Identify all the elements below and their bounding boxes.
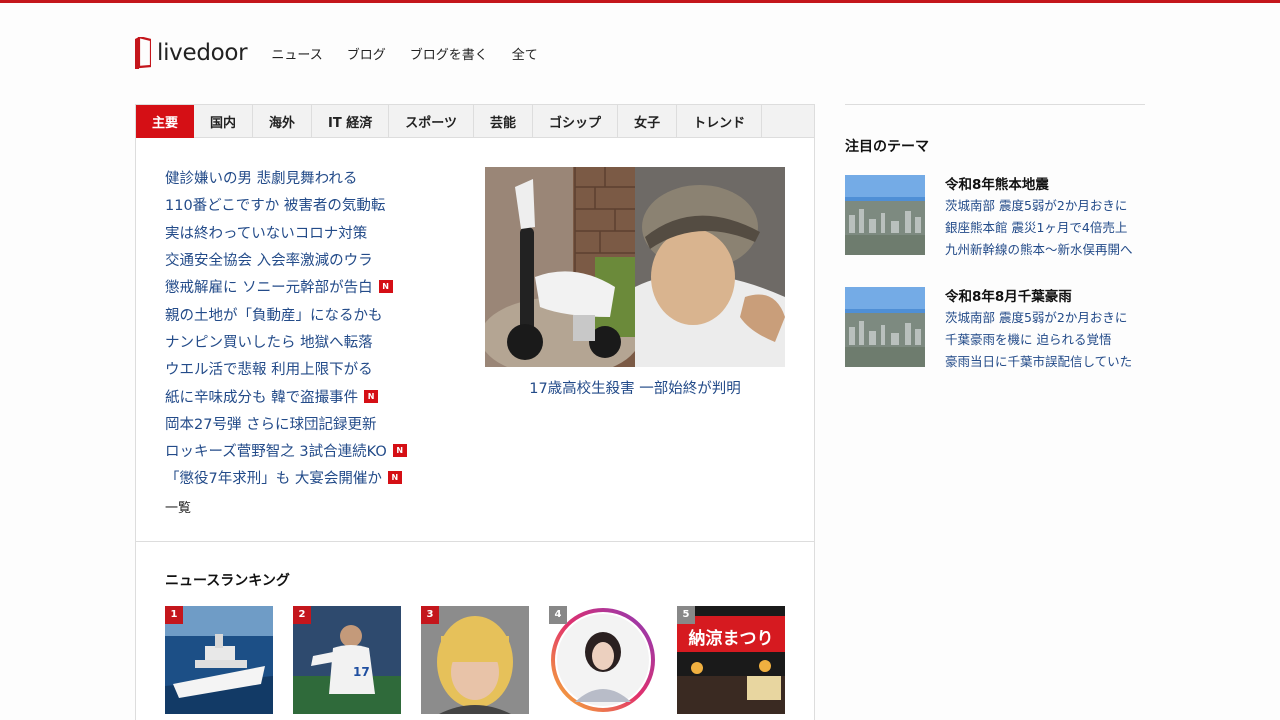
ranking-item-2[interactable]: 17 2 [293,606,401,714]
sidebar-title: 注目のテーマ [845,139,929,155]
rank-number: 5 [677,606,695,624]
theme-link[interactable]: 千葉豪雨を機に 迫られる覚悟 [945,329,1132,351]
tab-entertainment[interactable]: 芸能 [474,105,534,138]
top-accent-bar [0,0,1280,3]
ranking-item-3[interactable]: 3 [421,606,529,714]
new-badge: N [378,280,393,294]
more-link[interactable]: 一覧 [165,497,191,516]
theme-link[interactable]: 銀座熊本館 震災1ヶ月で4倍売上 [945,217,1133,239]
nav-news[interactable]: ニュース [271,44,322,63]
theme-link[interactable]: 豪雨当日に千葉市誤配信していた [945,351,1132,373]
tab-domestic[interactable]: 国内 [194,105,254,138]
theme-card: 令和8年8月千葉豪雨 茨城南部 震度5弱が2か月おきに 千葉豪雨を機に 迫られる… [845,287,1145,373]
headline-link[interactable]: ロッキーズ菅野智之 3試合連続KO N [165,437,465,464]
theme-body: 令和8年熊本地震 茨城南部 震度5弱が2か月おきに 銀座熊本館 震災1ヶ月で4倍… [945,175,1133,261]
category-tabs: 主要 国内 海外 IT 経済 スポーツ 芸能 ゴシップ 女子 トレンド [136,105,814,138]
ranking-thumbnails: 1 17 2 3 4 納涼まつり 5 [165,606,805,714]
headline-text: 懲戒解雇に ソニー元幹部が告白 [165,280,373,297]
theme-link[interactable]: 九州新幹線の熊本〜新水俣再開へ [945,239,1133,261]
ranking-item-5[interactable]: 納涼まつり 5 [677,606,785,714]
headline-link[interactable]: 親の土地が「負動産」になるかも [165,300,465,327]
tab-trend[interactable]: トレンド [677,105,763,138]
theme-body: 令和8年8月千葉豪雨 茨城南部 震度5弱が2か月おきに 千葉豪雨を機に 迫られる… [945,287,1132,373]
theme-image[interactable] [845,287,925,367]
tab-world[interactable]: 海外 [253,105,313,138]
nav-all[interactable]: 全て [512,44,538,63]
theme-link[interactable]: 茨城南部 震度5弱が2か月おきに [945,307,1132,329]
section-divider [136,541,814,542]
rank-number: 2 [293,606,311,624]
headline-link[interactable]: 健診嫌いの男 悲劇見舞われる [165,164,465,191]
headline-link[interactable]: 岡本27号弾 さらに球団記録更新 [165,410,465,437]
tab-it-economy[interactable]: IT 経済 [312,105,390,138]
headline-list: 健診嫌いの男 悲劇見舞われる 110番どこですか 被害者の気動転 実は終わっていない… [165,164,465,492]
main-news-panel: 主要 国内 海外 IT 経済 スポーツ 芸能 ゴシップ 女子 トレンド 健診嫌い… [135,104,815,720]
headline-text: ロッキーズ菅野智之 3試合連続KO [165,444,387,461]
headline-text: 健診嫌いの男 悲劇見舞われる [165,171,358,188]
tab-sports[interactable]: スポーツ [389,105,475,138]
theme-name[interactable]: 令和8年8月千葉豪雨 [945,287,1132,307]
logo-text: livedoor [157,40,248,66]
rank-number: 4 [549,606,567,624]
headline-text: ナンピン買いしたら 地獄へ転落 [165,334,373,351]
nav-write-blog[interactable]: ブログを書く [410,44,488,63]
headline-link[interactable]: ウエル活で悲報 利用上限下がる [165,355,465,382]
theme-link[interactable]: 茨城南部 震度5弱が2か月おきに [945,195,1133,217]
ranking-item-4[interactable]: 4 [549,606,657,714]
headline-link[interactable]: 110番どこですか 被害者の気動転 [165,191,465,218]
headline-text: ウエル活で悲報 利用上限下がる [165,362,373,379]
banner-text: 納涼まつり [689,628,774,649]
headline-text: 親の土地が「負動産」になるかも [165,307,383,324]
new-badge: N [392,444,407,458]
sidebar: 注目のテーマ 令和8年熊本地震 茨城南部 震度5弱が2か月おきに 銀座熊本館 震… [845,104,1145,373]
headline-link[interactable]: 紙に辛味成分も 韓で盗撮事件 N [165,382,465,409]
headline-text: 紙に辛味成分も 韓で盗撮事件 [165,389,359,406]
headline-link[interactable]: 交通安全協会 入会率激減のウラ [165,246,465,273]
site-header: livedoor ニュース ブログ ブログを書く 全て [135,35,1145,70]
logo-mark-icon [135,35,153,69]
rank-number: 1 [165,606,183,624]
ranking-item-1[interactable]: 1 [165,606,273,714]
sidebar-divider [845,104,1145,105]
theme-image[interactable] [845,175,925,255]
svg-text:17: 17 [353,665,370,679]
feature-caption[interactable]: 17歳高校生殺害 一部始終が判明 [485,377,785,398]
headline-text: 交通安全協会 入会率激減のウラ [165,253,373,270]
headline-text: 「懲役7年求刑」も 大宴会開催か [165,471,382,488]
nav-blog[interactable]: ブログ [347,44,386,63]
theme-card: 令和8年熊本地震 茨城南部 震度5弱が2か月おきに 銀座熊本館 震災1ヶ月で4倍… [845,175,1145,261]
headline-text: 岡本27号弾 さらに球団記録更新 [165,416,377,433]
headline-text: 実は終わっていないコロナ対策 [165,225,368,242]
feature-image[interactable] [485,167,785,367]
new-badge: N [387,471,402,485]
ranking-title: ニュースランキング [165,573,290,589]
feature-article[interactable]: 17歳高校生殺害 一部始終が判明 [485,167,785,398]
headline-link[interactable]: 「懲役7年求刑」も 大宴会開催か N [165,464,465,491]
headline-link[interactable]: 懲戒解雇に ソニー元幹部が告白 N [165,273,465,300]
headline-text: 110番どこですか 被害者の気動転 [165,198,386,215]
tab-main[interactable]: 主要 [136,105,195,138]
tab-women[interactable]: 女子 [618,105,678,138]
new-badge: N [364,389,379,403]
rank-number: 3 [421,606,439,624]
theme-name[interactable]: 令和8年熊本地震 [945,175,1133,195]
livedoor-logo[interactable]: livedoor [135,35,248,70]
headline-link[interactable]: 実は終わっていないコロナ対策 [165,219,465,246]
tab-gossip[interactable]: ゴシップ [533,105,619,138]
headline-link[interactable]: ナンピン買いしたら 地獄へ転落 [165,328,465,355]
global-nav: ニュース ブログ ブログを書く 全て [271,44,561,63]
